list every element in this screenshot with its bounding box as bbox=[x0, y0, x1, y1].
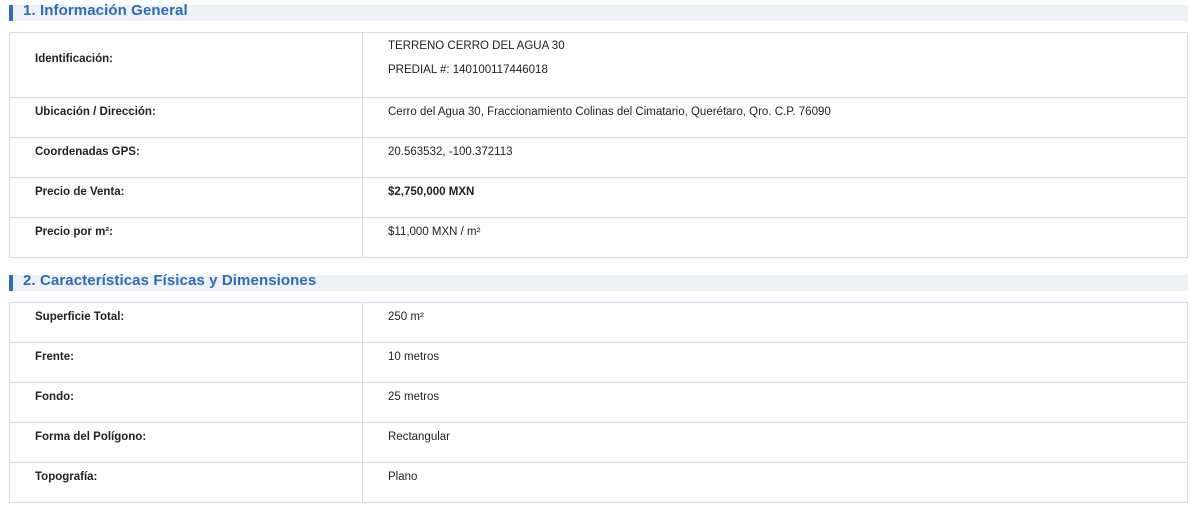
row-label: Ubicación / Dirección: bbox=[9, 97, 363, 138]
row-label: Precio por m²: bbox=[9, 217, 363, 258]
depth-value: 25 metros bbox=[388, 391, 440, 403]
row-value: 250 m² bbox=[362, 302, 1188, 343]
row-label: Forma del Polígono: bbox=[9, 422, 363, 463]
row-label: Identificación: bbox=[9, 32, 363, 98]
topography-label: Topografía: bbox=[35, 471, 98, 483]
row-label: Topografía: bbox=[9, 462, 363, 503]
price-per-m2-label: Precio por m²: bbox=[35, 226, 113, 238]
row-label: Superficie Total: bbox=[9, 302, 363, 343]
front-label: Frente: bbox=[35, 351, 74, 363]
surface-label: Superficie Total: bbox=[35, 311, 125, 323]
sale-price-label: Precio de Venta: bbox=[35, 186, 125, 198]
table-row: Ubicación / Dirección: Cerro del Agua 30… bbox=[9, 97, 1188, 138]
general-info-table: Identificación: TERRENO CERRO DEL AGUA 3… bbox=[9, 32, 1188, 258]
row-label: Fondo: bbox=[9, 382, 363, 423]
predial-number: PREDIAL #: 140100117446018 bbox=[388, 64, 548, 76]
depth-label: Fondo: bbox=[35, 391, 74, 403]
table-row: Fondo: 25 metros bbox=[9, 382, 1188, 423]
table-row: Superficie Total: 250 m² bbox=[9, 302, 1188, 343]
section-header-physical: 2. Características Físicas y Dimensiones bbox=[9, 272, 1188, 291]
address-value: Cerro del Agua 30, Fraccionamiento Colin… bbox=[388, 106, 831, 118]
gps-value: 20.563532, -100.372113 bbox=[388, 146, 513, 158]
table-row: Topografía: Plano bbox=[9, 462, 1188, 503]
row-label: Frente: bbox=[9, 342, 363, 383]
row-value: Rectangular bbox=[362, 422, 1188, 463]
row-value: Plano bbox=[362, 462, 1188, 503]
table-row: Precio de Venta: $2,750,000 MXN bbox=[9, 177, 1188, 218]
row-label: Precio de Venta: bbox=[9, 177, 363, 218]
table-row: Identificación: TERRENO CERRO DEL AGUA 3… bbox=[9, 32, 1188, 98]
table-row: Frente: 10 metros bbox=[9, 342, 1188, 383]
row-value: 10 metros bbox=[362, 342, 1188, 383]
gps-label: Coordenadas GPS: bbox=[35, 146, 140, 158]
row-value: 20.563532, -100.372113 bbox=[362, 137, 1188, 178]
table-row: Coordenadas GPS: 20.563532, -100.372113 bbox=[9, 137, 1188, 178]
front-value: 10 metros bbox=[388, 351, 440, 363]
address-label: Ubicación / Dirección: bbox=[35, 106, 156, 118]
section-title: 2. Características Físicas y Dimensiones bbox=[23, 272, 317, 289]
sale-price-value: $2,750,000 MXN bbox=[388, 186, 475, 198]
table-row: Precio por m²: $11,000 MXN / m² bbox=[9, 217, 1188, 258]
row-value: 25 metros bbox=[362, 382, 1188, 423]
property-name: TERRENO CERRO DEL AGUA 30 bbox=[388, 40, 565, 52]
section-header-general: 1. Información General bbox=[9, 2, 1188, 21]
row-value: $2,750,000 MXN bbox=[362, 177, 1188, 218]
section-title: 1. Información General bbox=[23, 2, 188, 19]
polygon-shape-label: Forma del Polígono: bbox=[35, 431, 147, 443]
row-label: Coordenadas GPS: bbox=[9, 137, 363, 178]
price-per-m2-value: $11,000 MXN / m² bbox=[388, 226, 481, 238]
row-value: TERRENO CERRO DEL AGUA 30 PREDIAL #: 140… bbox=[362, 32, 1188, 98]
table-row: Forma del Polígono: Rectangular bbox=[9, 422, 1188, 463]
surface-value: 250 m² bbox=[388, 311, 424, 323]
row-value: Cerro del Agua 30, Fraccionamiento Colin… bbox=[362, 97, 1188, 138]
topography-value: Plano bbox=[388, 471, 418, 483]
identification-label: Identificación: bbox=[35, 53, 113, 65]
row-value: $11,000 MXN / m² bbox=[362, 217, 1188, 258]
polygon-shape-value: Rectangular bbox=[388, 431, 451, 443]
physical-characteristics-table: Superficie Total: 250 m² Frente: 10 metr… bbox=[9, 302, 1188, 503]
